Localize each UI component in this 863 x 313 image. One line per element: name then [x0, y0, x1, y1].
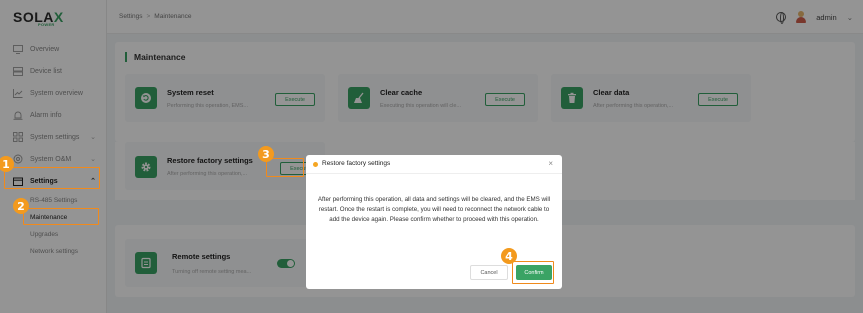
- dialog-title: Restore factory settings: [322, 160, 391, 167]
- highlight-confirm: [512, 261, 554, 284]
- step-marker-3: 3: [258, 146, 274, 162]
- step-marker-2: 2: [13, 198, 29, 214]
- highlight-settings: [4, 167, 100, 189]
- highlight-maintenance: [23, 208, 99, 225]
- dialog-message: After performing this operation, all dat…: [317, 196, 551, 223]
- highlight-execute: [266, 158, 304, 177]
- warning-dot-icon: [313, 162, 318, 167]
- dialog-header: Restore factory settings ×: [306, 155, 562, 174]
- cancel-button[interactable]: Cancel: [470, 265, 508, 280]
- step-marker-4: 4: [501, 248, 517, 264]
- close-icon[interactable]: ×: [548, 159, 553, 168]
